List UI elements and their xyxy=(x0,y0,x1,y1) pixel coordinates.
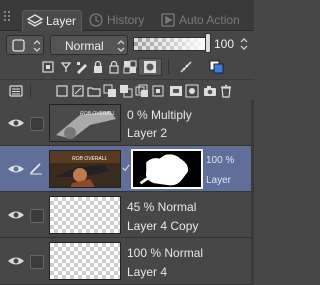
panel-tab-bar: Layer History Auto Action xyxy=(0,0,254,31)
blend-mode-value: Normal xyxy=(65,39,104,53)
apply-mask-icon[interactable] xyxy=(168,82,184,100)
layer-thumbnail xyxy=(49,196,121,234)
history-icon xyxy=(87,11,105,29)
tab-layer[interactable]: Layer xyxy=(22,10,82,31)
lock-transparent-pixels-icon[interactable] xyxy=(106,58,122,76)
layer-color-select[interactable] xyxy=(6,35,44,55)
layer-property-toolbar xyxy=(0,58,254,78)
spin-arrows-icon[interactable] xyxy=(240,37,248,51)
layer-name: Layer 4 xyxy=(127,265,168,279)
merge-down-icon[interactable] xyxy=(118,82,134,100)
scrollbar[interactable] xyxy=(251,100,254,285)
new-raster-layer-icon[interactable] xyxy=(54,82,70,100)
mask-layer-icon[interactable] xyxy=(184,82,200,100)
layer-color-swatch-icon[interactable] xyxy=(204,58,232,76)
tab-auto-action-label: Auto Action xyxy=(179,13,240,27)
svg-text:ROB OVERALL: ROB OVERALL xyxy=(72,156,108,162)
opacity-slider-handle[interactable] xyxy=(205,33,211,53)
eye-icon[interactable] xyxy=(7,162,25,176)
camera-icon[interactable] xyxy=(202,82,218,100)
tab-history-label: History xyxy=(107,13,145,27)
menu-list-icon[interactable] xyxy=(8,82,24,100)
layer-settings-icon[interactable] xyxy=(150,82,166,100)
layer-mask-thumbnail[interactable] xyxy=(131,149,203,189)
opacity-slider[interactable] xyxy=(133,37,209,51)
opacity-value[interactable]: 100 xyxy=(214,37,234,51)
eye-icon[interactable] xyxy=(7,208,25,222)
layers-icon xyxy=(26,12,44,30)
tab-history[interactable]: History xyxy=(84,10,144,30)
eye-icon[interactable] xyxy=(7,116,25,130)
layer-mode-line: 100 % xyxy=(206,155,235,166)
layer-checkbox[interactable] xyxy=(30,255,44,269)
tab-auto-action[interactable]: Auto Action xyxy=(156,10,240,30)
svg-text:ROB OVERALL: ROB OVERALL xyxy=(80,111,116,117)
layer-mode-line: 100 % Normal xyxy=(127,246,204,260)
mask-link-check-icon[interactable] xyxy=(122,164,130,172)
mask-toggle-icon[interactable] xyxy=(122,58,138,76)
layer-mode-line-2: Layer xyxy=(206,175,232,186)
trash-icon[interactable] xyxy=(218,82,234,100)
duplicate-layer-icon[interactable] xyxy=(134,82,150,100)
layer-row-selected[interactable]: ROB OVERALL 100 % Layer xyxy=(0,146,254,192)
layer-list: ROB OVERALL 0 % Multiply Layer 2 ROB OVE… xyxy=(0,100,254,285)
layer-thumbnail: ROB OVERALL xyxy=(49,104,121,142)
clip-to-layer-icon[interactable] xyxy=(40,58,56,76)
spin-arrows-icon xyxy=(117,39,125,53)
layer-mask-button[interactable] xyxy=(138,58,162,76)
layer-thumbnail: ROB OVERALL xyxy=(49,150,121,188)
ruler-display-icon[interactable] xyxy=(172,58,200,76)
reference-layer-icon[interactable] xyxy=(58,58,74,76)
transfer-down-icon[interactable] xyxy=(102,82,118,100)
square-icon xyxy=(12,39,25,52)
layer-row[interactable]: 100 % Normal Layer 4 xyxy=(0,238,254,285)
layer-checkbox[interactable] xyxy=(30,209,44,223)
auto-action-icon xyxy=(159,11,177,29)
draft-layer-icon[interactable] xyxy=(74,58,90,76)
tab-layer-label: Layer xyxy=(46,14,77,28)
layer-name: Layer 2 xyxy=(127,126,168,140)
layer-name: Layer 4 Copy xyxy=(127,219,199,233)
toolbar-separator xyxy=(30,84,31,98)
eye-icon[interactable] xyxy=(7,254,25,268)
toolbar-separator xyxy=(168,60,169,74)
layer-mode-line: 45 % Normal xyxy=(127,200,197,214)
panel-grip-icon[interactable] xyxy=(3,10,15,22)
new-folder-icon[interactable] xyxy=(86,82,102,100)
pen-icon xyxy=(29,161,43,175)
new-vector-layer-icon[interactable] xyxy=(70,82,86,100)
spin-arrows-icon xyxy=(33,39,41,53)
layer-row[interactable]: ROB OVERALL 0 % Multiply Layer 2 xyxy=(0,100,254,146)
layer-action-toolbar xyxy=(0,79,254,100)
lock-icon[interactable] xyxy=(90,58,106,76)
blend-mode-select[interactable]: Normal xyxy=(50,35,128,55)
layer-row[interactable]: 45 % Normal Layer 4 Copy xyxy=(0,192,254,238)
layer-mode-line: 0 % Multiply xyxy=(127,108,192,122)
layer-checkbox[interactable] xyxy=(30,117,44,131)
layer-thumbnail xyxy=(49,242,121,280)
